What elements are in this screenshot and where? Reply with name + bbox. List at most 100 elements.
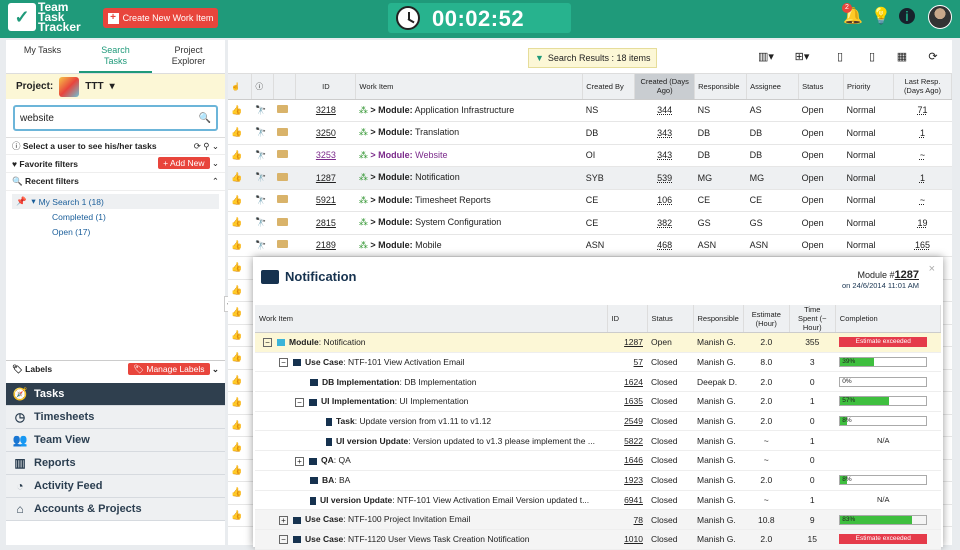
column-header-assignee[interactable]: Assignee <box>746 74 800 100</box>
popup-row[interactable]: − Use Case: NTF-1120 User Views Task Crea… <box>255 529 941 550</box>
nav-item-activity-feed[interactable]: ◔ Activity Feed <box>6 475 225 498</box>
like-cell[interactable]: 👍 <box>228 346 252 370</box>
popup-row[interactable]: Task: Update version from v1.11 to v1.12… <box>255 411 941 432</box>
folder-cell[interactable] <box>273 166 296 190</box>
like-cell[interactable]: 👍 <box>228 256 252 280</box>
id-link[interactable]: 5921 <box>316 195 336 205</box>
like-cell[interactable]: 👍 <box>228 324 252 347</box>
id-link[interactable]: 2549 <box>624 416 643 426</box>
thumbs-up-icon[interactable]: 👍 <box>231 510 242 520</box>
id-link[interactable]: 57 <box>634 357 643 367</box>
popup-work-item-cell[interactable]: + QA: QA <box>255 450 607 471</box>
popup-id-cell[interactable]: 6941 <box>607 490 647 511</box>
binoculars-icon[interactable]: 🔭 <box>255 127 266 137</box>
folder-cell[interactable] <box>273 211 296 235</box>
folder-icon[interactable] <box>276 105 288 114</box>
binoculars-cell[interactable]: 🔭 <box>251 234 274 257</box>
id-link[interactable]: 1287 <box>624 337 643 347</box>
popup-work-item-cell[interactable]: UI version Update: NTF-101 View Activati… <box>255 490 607 511</box>
id-link[interactable]: 1287 <box>316 173 336 183</box>
thumbs-up-icon[interactable]: 👍 <box>231 487 242 497</box>
logo-icon[interactable]: ✓ <box>8 3 36 31</box>
column-header-created-by[interactable]: Created By <box>582 74 636 100</box>
nav-item-reports[interactable]: ▥ Reports <box>6 452 225 475</box>
nav-item-accounts-projects[interactable]: ⌂ Accounts & Projects <box>6 498 225 521</box>
popup-row[interactable]: − Use Case: NTF-101 View Activation Email… <box>255 352 941 373</box>
like-cell[interactable]: 👍 <box>228 234 252 257</box>
folder-cell[interactable] <box>273 99 296 122</box>
thumbs-up-icon[interactable]: 👍 <box>231 397 242 407</box>
popup-row[interactable]: − Module: Notification 1287 Open Manish G. 2.… <box>255 332 941 353</box>
table-row[interactable]: 👍 🔭 2815 ⁂ > Module: System Configuration CE… <box>228 211 952 235</box>
binoculars-icon[interactable]: 🔭 <box>255 240 266 250</box>
column-header-pointer[interactable]: ☝ <box>228 74 253 100</box>
column-header-info[interactable]: ⓘ <box>251 74 275 100</box>
add-new-button[interactable]: + Add New <box>158 157 210 169</box>
thumbs-up-icon[interactable]: 👍 <box>231 240 242 250</box>
hierarchy-icon[interactable]: ⊞▾ <box>794 50 810 66</box>
like-cell[interactable]: 👍 <box>228 481 252 505</box>
popup-row[interactable]: + QA: QA 1646 Closed Manish G. ~0 <box>255 450 941 471</box>
tab-project-explorer[interactable]: Project Explorer <box>152 40 225 73</box>
pdf-icon[interactable]: ▯ <box>832 50 848 66</box>
popup-row[interactable]: DB Implementation: DB Implementation 1624… <box>255 371 941 393</box>
popup-work-item-cell[interactable]: UI version Update: Version updated to v1… <box>255 430 607 452</box>
id-link[interactable]: 3253 <box>316 150 336 160</box>
thumbs-up-icon[interactable]: 👍 <box>231 330 242 340</box>
column-header-id[interactable]: ID <box>295 74 357 100</box>
folder-cell[interactable] <box>273 234 296 257</box>
nav-item-tasks[interactable]: 🧭 Tasks <box>6 383 225 406</box>
binoculars-cell[interactable]: 🔭 <box>251 144 274 167</box>
popup-id-cell[interactable]: 1287 <box>607 332 647 353</box>
like-cell[interactable]: 👍 <box>228 121 252 145</box>
create-work-item-button[interactable]: + Create New Work Item <box>103 8 218 28</box>
like-cell[interactable]: 👍 <box>228 166 252 190</box>
folder-icon[interactable] <box>276 195 288 204</box>
table-row[interactable]: 👍 🔭 2189 ⁂ > Module: Mobile ASN 468 ASN ASN Open… <box>228 234 952 257</box>
expand-icon[interactable]: ⌃ <box>212 176 219 187</box>
tree-item-completed[interactable]: Completed (1) <box>12 209 219 224</box>
thumbs-up-icon[interactable]: 👍 <box>231 352 242 362</box>
column-header-status[interactable]: Status <box>798 74 845 100</box>
work-item-cell[interactable]: ⁂ > Module: Application Infrastructure <box>355 99 583 122</box>
popup-row[interactable]: BA: BA 1923 Closed Manish G. 2.0 0 8% <box>255 470 941 491</box>
thumbs-up-icon[interactable]: 👍 <box>231 195 242 205</box>
work-item-cell[interactable]: ⁂ > Module: System Configuration <box>355 211 583 235</box>
collapse-icon[interactable]: ⌄ <box>212 364 219 374</box>
thumbs-up-icon[interactable]: 👍 <box>231 172 242 182</box>
table-row[interactable]: 👍 🔭 1287 ⁂ > Module: Notification SYB 539 MG MG… <box>228 166 952 190</box>
column-header-last-resp[interactable]: Last Resp. (Days Ago) <box>893 74 952 100</box>
popup-id-cell[interactable]: 1923 <box>607 470 647 491</box>
collapse-toggle-icon[interactable]: − <box>295 397 304 407</box>
table-row[interactable]: 👍 🔭 5921 ⁂ > Module: Timesheet Reports CE 106… <box>228 189 952 212</box>
id-cell[interactable]: 2815 <box>295 211 356 235</box>
binoculars-cell[interactable]: 🔭 <box>251 99 274 122</box>
id-cell[interactable]: 3218 <box>295 99 356 122</box>
info-icon[interactable]: i <box>899 8 915 24</box>
binoculars-icon[interactable]: 🔭 <box>255 195 266 205</box>
close-icon[interactable]: × <box>929 263 935 275</box>
thumbs-up-icon[interactable]: 👍 <box>231 307 242 317</box>
columns-icon[interactable]: ▥▾ <box>758 50 774 66</box>
binoculars-cell[interactable]: 🔭 <box>251 121 274 145</box>
id-cell[interactable]: 1287 <box>295 166 356 190</box>
popup-work-item-cell[interactable]: + Use Case: NTF-100 Project Invitation Em… <box>255 509 607 530</box>
favorite-filters-row[interactable]: ♥ Favorite filters + Add New ⌄ <box>6 155 225 173</box>
popup-id-cell[interactable]: 1646 <box>607 450 647 471</box>
work-item-cell[interactable]: ⁂ > Module: Notification <box>355 166 583 190</box>
binoculars-cell[interactable]: 🔭 <box>251 211 274 235</box>
like-cell[interactable]: 👍 <box>228 369 252 392</box>
id-link[interactable]: 1923 <box>624 475 643 485</box>
binoculars-icon[interactable]: 🔭 <box>255 172 266 182</box>
like-cell[interactable]: 👍 <box>228 301 252 325</box>
popup-id-cell[interactable]: 1635 <box>607 391 647 412</box>
id-cell[interactable]: 2189 <box>295 234 356 257</box>
work-item-cell[interactable]: ⁂ > Module: Mobile <box>355 234 583 257</box>
binoculars-icon[interactable]: 🔭 <box>255 217 266 227</box>
refresh-icon[interactable]: ⟳ <box>925 50 941 66</box>
like-cell[interactable]: 👍 <box>228 436 252 460</box>
folder-cell[interactable] <box>273 144 296 167</box>
folder-icon[interactable] <box>276 240 288 249</box>
popup-id-cell[interactable]: 57 <box>607 352 647 373</box>
select-user-row[interactable]: ⓘ Select a user to see his/her tasks ⟳ ⚲… <box>6 137 225 155</box>
